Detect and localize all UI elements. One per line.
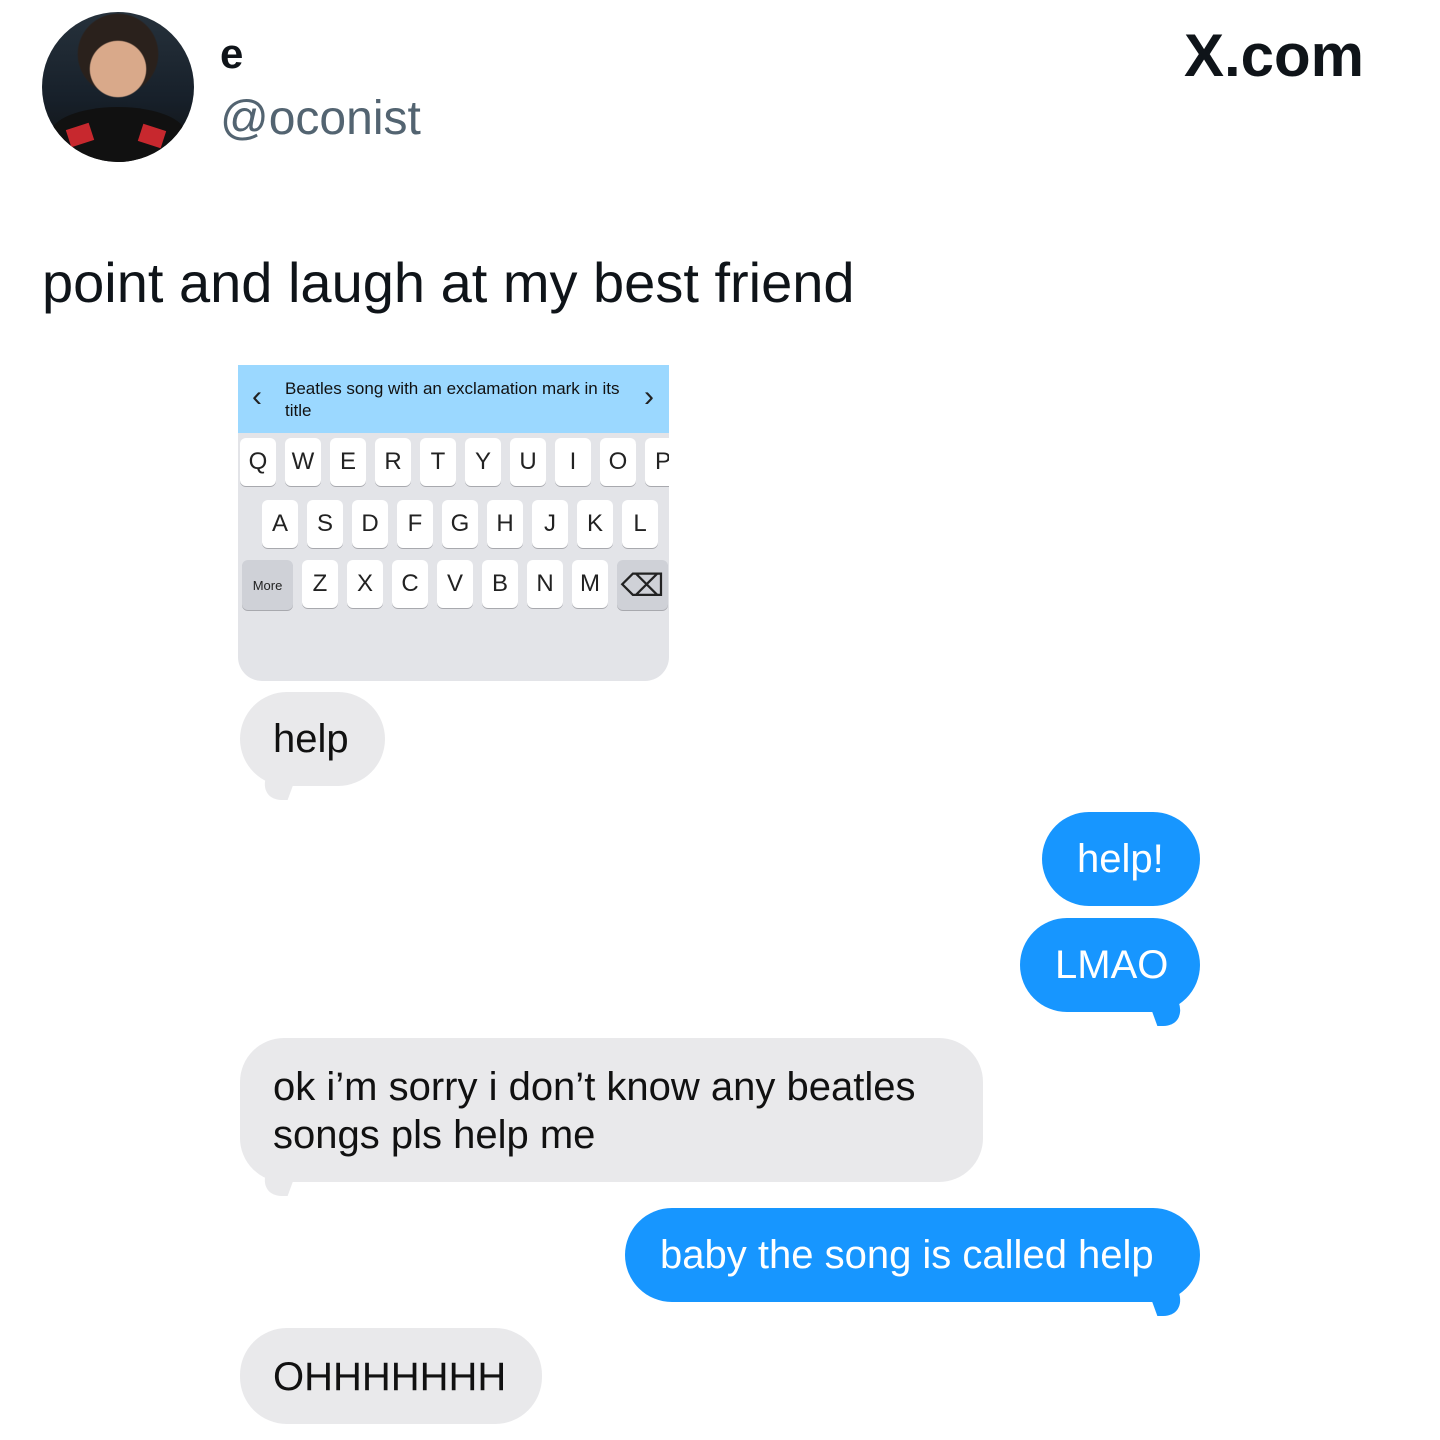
suggestion-text: Beatles song with an exclamation mark in… [285, 379, 620, 420]
key-r: R [375, 438, 411, 486]
key-m: M [572, 560, 608, 608]
key-k: K [577, 500, 613, 548]
message-bubble: LMAO [1020, 918, 1200, 1012]
key-o: O [600, 438, 636, 486]
key-w: W [285, 438, 321, 486]
key-p: P [645, 438, 669, 486]
keyboard-row-2: A S D F G H J K L [262, 500, 658, 548]
delete-key: ⌫ [617, 560, 668, 610]
key-t: T [420, 438, 456, 486]
key-g: G [442, 500, 478, 548]
more-key: More [242, 560, 293, 610]
key-z: Z [302, 560, 338, 608]
key-v: V [437, 560, 473, 608]
keyboard-screenshot: ‹ Beatles song with an exclamation mark … [238, 365, 669, 681]
message-text: help [273, 717, 349, 761]
backspace-icon: ⌫ [620, 567, 665, 603]
key-s: S [307, 500, 343, 548]
username-handle[interactable]: @oconist [220, 92, 421, 146]
message-text: baby the song is called help [660, 1233, 1154, 1277]
key-b: B [482, 560, 518, 608]
keyboard-row-1: Q W E R T Y U I O P [240, 438, 669, 486]
message-bubble: baby the song is called help [625, 1208, 1200, 1302]
keyboard-row-3: More Z X C V B N M ⌫ [242, 560, 668, 610]
key-h: H [487, 500, 523, 548]
display-name[interactable]: e [220, 30, 243, 78]
message-bubble: OHHHHHHH [240, 1328, 542, 1424]
message-text: ok i’m sorry i don’t know any beatles so… [273, 1065, 916, 1157]
key-i: I [555, 438, 591, 486]
message-text: LMAO [1055, 943, 1169, 987]
keyboard-suggestion-bar: ‹ Beatles song with an exclamation mark … [238, 365, 669, 433]
key-j: J [532, 500, 568, 548]
x-logo-text[interactable]: X.com [1184, 24, 1364, 88]
tweet-text: point and laugh at my best friend [42, 251, 855, 314]
key-c: C [392, 560, 428, 608]
key-f: F [397, 500, 433, 548]
key-n: N [527, 560, 563, 608]
key-e: E [330, 438, 366, 486]
key-q: Q [240, 438, 276, 486]
key-d: D [352, 500, 388, 548]
key-a: A [262, 500, 298, 548]
message-bubble: help! [1042, 812, 1200, 906]
message-text: help! [1077, 837, 1164, 881]
chevron-right-icon: › [644, 380, 654, 413]
key-x: X [347, 560, 383, 608]
message-text: OHHHHHHH [273, 1355, 507, 1399]
avatar[interactable] [42, 12, 194, 162]
chevron-left-icon: ‹ [252, 380, 262, 413]
key-u: U [510, 438, 546, 486]
message-bubble: ok i’m sorry i don’t know any beatles so… [240, 1038, 983, 1182]
message-bubble: help [240, 692, 385, 786]
key-l: L [622, 500, 658, 548]
key-y: Y [465, 438, 501, 486]
